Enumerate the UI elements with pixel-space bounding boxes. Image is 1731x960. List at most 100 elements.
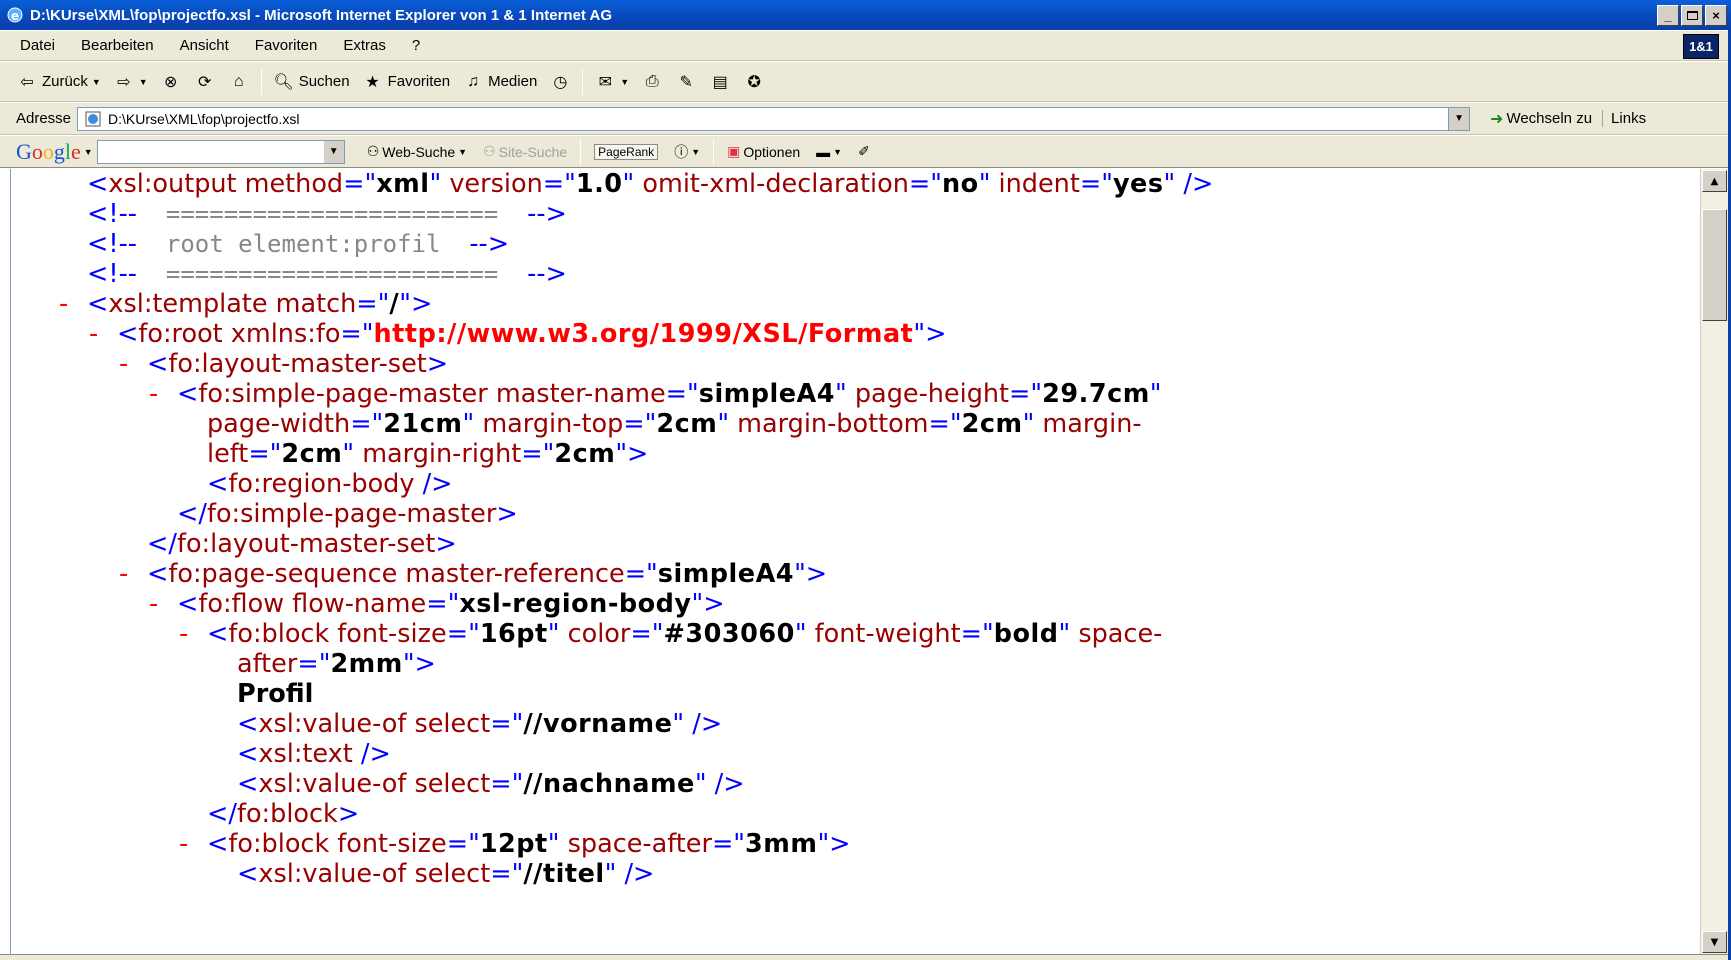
code-line: <fo:region-body /> [207,469,453,500]
code-token: version [449,169,543,199]
code-token: <!-- [87,229,137,259]
collapse-toggle[interactable]: - [179,619,196,649]
messenger-button[interactable]: ✪ [737,67,771,97]
minimize-button[interactable]: _ [1657,4,1679,26]
maximize-button[interactable] [1681,4,1703,26]
highlight-button[interactable]: ✐ [850,143,878,160]
home-icon: ⌂ [233,72,244,90]
chevron-down-icon[interactable]: ▼ [1448,107,1470,130]
code-token: Profil [237,679,314,709]
collapse-toggle[interactable]: - [119,559,136,589]
code-token: " [835,379,855,409]
code-token: simpleA4 [698,379,836,409]
menu-ansicht[interactable]: Ansicht [167,37,242,54]
pagerank-indicator[interactable]: PageRank [586,143,666,160]
code-token: " /> [1163,169,1214,199]
code-line: - <fo:block font-size="16pt" color="#303… [179,619,1163,650]
history-icon: ◷ [553,73,568,91]
code-token: =" [542,169,576,199]
code-line: after="2mm"> [237,649,436,680]
forward-button[interactable]: ⇨ ▼ [107,67,154,97]
web-search-button[interactable]: ⚇ Web-Suche ▼ [359,143,475,160]
code-token: =" [665,379,699,409]
scroll-down-button[interactable]: ▼ [1702,931,1727,953]
chevron-down-icon[interactable]: ▼ [323,140,344,163]
code-token: simpleA4 [657,559,795,589]
code-token: margin- [1042,409,1142,439]
code-token: > [337,799,360,829]
code-token: " /> [694,769,745,799]
home-button[interactable]: ⌂ [222,67,256,97]
code-token: fo:page-sequence master-reference [168,559,625,589]
collapse-toggle[interactable]: - [119,349,136,379]
menu-help[interactable]: ? [399,37,433,54]
folder-button[interactable]: ▬ ▼ [808,144,850,160]
back-button[interactable]: ⇦ Zurück ▼ [10,67,107,97]
search-button[interactable]: 🔍︎ Suchen [267,67,356,97]
code-token: xml [376,169,430,199]
mail-button[interactable]: ✉ ▼ [588,67,635,97]
code-token: 2mm [330,649,403,679]
menu-extras[interactable]: Extras [330,37,399,54]
favorites-button[interactable]: ★ Favoriten [356,67,457,97]
code-token: no [942,169,979,199]
search-label: Suchen [298,73,350,90]
scrollbar-thumb[interactable] [1702,209,1727,321]
code-token: http://www.w3.org/1999/XSL/Format [373,319,914,349]
maximize-icon [1686,10,1698,20]
code-token: --> [527,259,567,289]
back-label: Zurück [42,73,88,90]
code-token: =" [521,439,555,469]
media-button[interactable]: ♫ Medien [456,67,543,97]
collapse-toggle[interactable]: - [89,319,106,349]
code-token: <!-- [87,259,137,289]
edit-icon: ✎ [679,73,693,91]
info-button[interactable]: ⓘ ▼ [666,142,708,162]
highlighter-icon: ✐ [858,143,870,159]
code-token: omit-xml-declaration [642,169,909,199]
collapse-toggle[interactable]: - [149,589,166,619]
code-token: fo:root [138,319,231,349]
menu-datei[interactable]: Datei [0,37,68,54]
refresh-button[interactable]: ⟳ [188,67,222,97]
xml-document-view[interactable]: <xsl:output method="xml" version="1.0" o… [10,169,1700,954]
code-token: < [237,739,259,769]
toolbar-separator [582,68,584,95]
code-token: " [429,169,450,199]
go-button[interactable]: ➜ Wechseln zu [1480,109,1602,129]
code-token: space- [1078,619,1163,649]
discuss-button[interactable]: ▤ [703,67,737,97]
code-token: " [462,409,483,439]
edit-button[interactable]: ✎ [669,67,703,97]
standard-toolbar: ⇦ Zurück ▼ ⇨ ▼ ⊗ ⟳ ⌂ 🔍︎ Suchen ★ Favorit… [0,62,1731,102]
code-token: ======================= [137,200,528,228]
scroll-up-button[interactable]: ▲ [1702,170,1727,192]
code-token: " [1058,619,1079,649]
code-token: fo:flow flow-name [198,589,427,619]
collapse-toggle[interactable]: - [179,829,196,859]
site-search-button[interactable]: ⚇ Site-Suche [475,143,575,160]
code-token: < [237,709,259,739]
code-token: "> [399,289,433,319]
links-button[interactable]: Links [1602,110,1654,127]
collapse-toggle[interactable]: - [149,379,166,409]
history-button[interactable]: ◷ [543,67,577,97]
toolbar-separator [713,138,715,165]
code-line: <xsl:value-of select="//nachname" /> [237,769,745,800]
code-token: < [147,349,169,379]
options-button[interactable]: ▣ Optionen [719,143,808,160]
print-button[interactable]: ⎙ [635,67,669,97]
google-search-input[interactable]: ▼ [96,139,345,164]
menu-favoriten[interactable]: Favoriten [242,37,331,54]
arrow-up-icon: ▲ [1710,175,1719,187]
menu-bearbeiten[interactable]: Bearbeiten [68,37,167,54]
code-token: " [547,829,568,859]
favorites-label: Favoriten [387,73,451,90]
stop-button[interactable]: ⊗ [154,67,188,97]
google-logo-button[interactable]: Google ▼ [0,139,97,165]
address-input[interactable]: D:\KUrse\XML\fop\projectfo.xsl ▼ [77,106,1471,131]
close-button[interactable]: × [1705,4,1727,26]
collapse-toggle[interactable]: - [59,289,76,319]
vertical-scrollbar[interactable]: ▲ ▼ [1700,169,1728,954]
code-line: <xsl:text /> [237,739,391,770]
